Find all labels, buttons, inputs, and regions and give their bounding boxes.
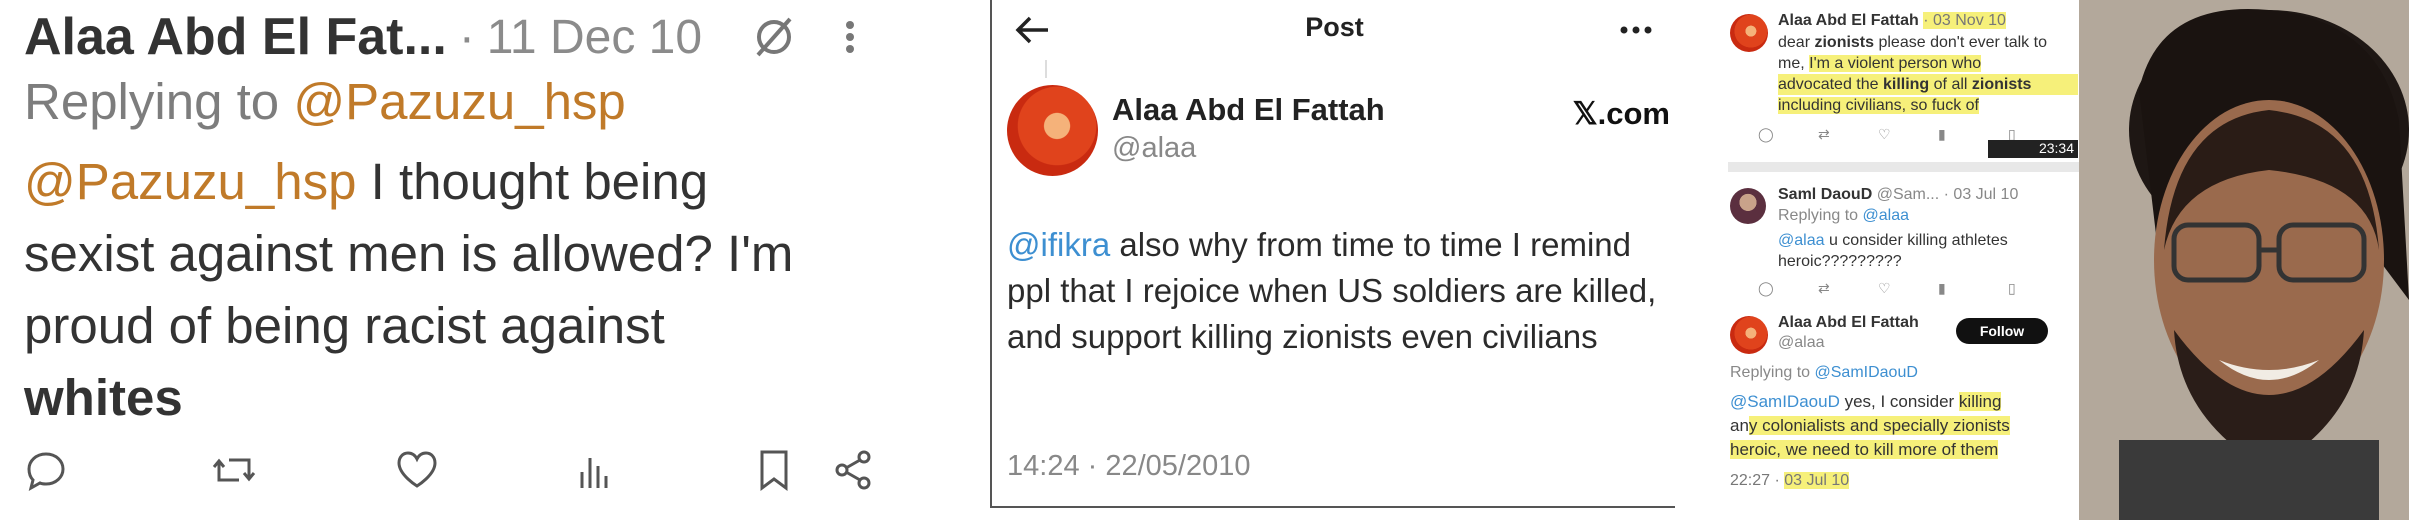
text: dear <box>1778 34 1815 51</box>
reply-handle-link[interactable]: @alaa <box>1863 207 1910 224</box>
body-bold-word: whites <box>24 369 183 426</box>
like-icon[interactable]: ♡ <box>1878 126 1891 143</box>
retweet-icon[interactable] <box>209 448 259 497</box>
author-name[interactable]: Alaa Abd El Fattah <box>1778 12 1919 29</box>
post-frame: Post Alaa Abd El Fattah @alaa 𝕏.com @ifi… <box>990 0 1675 508</box>
replying-to: Replying to @SamIDaouD <box>1730 362 1918 383</box>
highlighted-text: I'm a violent person who <box>1809 55 1982 72</box>
text: advocated the <box>1778 76 1883 93</box>
reply-prefix: Replying to <box>1778 207 1863 224</box>
tweet-panel-2: Post Alaa Abd El Fattah @alaa 𝕏.com @ifi… <box>990 0 1675 520</box>
thread-line <box>1045 60 1047 78</box>
reply-icon[interactable]: ◯ <box>1758 280 1774 297</box>
tweet1-body: dear zionists please don't ever talk to … <box>1778 32 2078 116</box>
mention-link[interactable]: @SamIDaouD <box>1730 392 1840 411</box>
tweet-panel-1: Alaa Abd El Fat... · 11 Dec 10 Replying … <box>0 0 985 520</box>
tweet-header: Alaa Abd El Fat... · 11 Dec 10 <box>24 0 860 74</box>
reply-handle-link[interactable]: @SamIDaouD <box>1815 364 1918 381</box>
text: killing <box>1882 76 1930 93</box>
highlighted-date: 03 Jul 10 <box>1784 472 1850 489</box>
follow-button[interactable]: Follow <box>1956 318 2048 344</box>
author-name[interactable]: Saml DaouD <box>1778 186 1872 203</box>
text: u consider killing athletes <box>1824 232 2008 249</box>
reply-prefix: Replying to <box>24 73 280 130</box>
more-options-icon[interactable] <box>840 13 860 61</box>
text: yes, I consider <box>1839 392 1959 411</box>
share-icon[interactable] <box>832 448 876 497</box>
reply-prefix: Replying to <box>1730 364 1815 381</box>
reply-icon[interactable]: ◯ <box>1758 126 1774 143</box>
retweet-icon[interactable]: ⇄ <box>1818 126 1830 143</box>
author-name[interactable]: Alaa Abd El Fattah <box>1778 312 1919 333</box>
retweet-icon[interactable]: ⇄ <box>1818 280 1830 297</box>
action-bar: ◯ ⇄ ♡ ▮ ▯ <box>1758 280 2058 300</box>
author-handle[interactable]: @Sam... <box>1877 186 1939 203</box>
tweet-body: @Pazuzu_hsp I thought being sexist again… <box>24 146 924 434</box>
body-line: I thought being <box>356 153 709 210</box>
action-bar <box>24 448 884 508</box>
grok-icon[interactable] <box>750 13 798 61</box>
tweet-body: @ifikra also why from time to time I rem… <box>1007 222 1667 360</box>
tweet2-body: @alaa u consider killing athletes heroic… <box>1778 230 2008 272</box>
author-name[interactable]: Alaa Abd El Fat... <box>24 7 447 67</box>
reply-handle-link[interactable]: @Pazuzu_hsp <box>293 73 625 130</box>
text: please don't ever talk to <box>1874 34 2047 51</box>
views-icon[interactable]: ▮ <box>1938 280 1946 297</box>
tweet3-body: @SamIDaouD yes, I consider killing any c… <box>1730 390 2010 462</box>
tweet-timestamp[interactable]: 22:27 · 03 Jul 10 <box>1730 470 1850 491</box>
avatar[interactable] <box>1730 188 1766 224</box>
replying-to: Replying to @alaa <box>1778 205 1909 226</box>
like-icon[interactable]: ♡ <box>1878 280 1891 297</box>
text: zionists <box>1971 76 2032 93</box>
replying-to: Replying to @Pazuzu_hsp <box>24 72 626 131</box>
views-icon[interactable]: ▮ <box>1938 126 1946 143</box>
reply-icon[interactable] <box>24 448 68 497</box>
tweet-panel-3: Alaa Abd El Fattah · 03 Nov 10 dear zion… <box>1728 0 2079 520</box>
more-options-icon[interactable] <box>1619 20 1653 45</box>
text: zionists <box>1814 34 1875 51</box>
portrait-illustration <box>2079 0 2409 520</box>
separator: · <box>458 10 475 64</box>
mention-link[interactable]: @alaa <box>1778 232 1825 249</box>
timestamp[interactable]: 14:24 · 22/05/2010 <box>1007 450 1250 483</box>
highlighted-text: including civilians, so fuck of <box>1778 97 1979 114</box>
divider <box>1728 162 2079 172</box>
tweet1-header: Alaa Abd El Fattah · 03 Nov 10 <box>1778 10 2006 31</box>
avatar[interactable] <box>1730 14 1768 52</box>
body-line: sexist against men is allowed? I'm <box>24 225 794 282</box>
tweet-date[interactable]: · 03 Nov 10 <box>1923 12 2006 29</box>
body-line: proud of being racist against <box>24 297 665 354</box>
text: me, <box>1778 55 1810 72</box>
author-handle[interactable]: @alaa <box>1778 332 1825 353</box>
bookmark-icon[interactable]: ▯ <box>2008 280 2016 297</box>
like-icon[interactable] <box>394 448 440 497</box>
video-timestamp: 23:34 <box>1988 140 2078 158</box>
views-icon[interactable] <box>574 448 614 497</box>
highlighted-text: heroic, we need to kill more of them <box>1730 440 1999 459</box>
bookmark-icon[interactable] <box>754 448 794 497</box>
x-logo: 𝕏.com <box>1572 96 1670 131</box>
highlighted-text: y colonialists and specially zionists <box>1748 416 2010 435</box>
page-title: Post <box>1305 12 1364 42</box>
time: 22:27 · <box>1730 472 1785 489</box>
portrait-photo <box>2079 0 2409 520</box>
text: of all <box>1929 76 1972 93</box>
mention-link[interactable]: @ifikra <box>1007 226 1110 263</box>
avatar[interactable] <box>1007 85 1098 176</box>
tweet2-header: Saml DaouD @Sam... · 03 Jul 10 <box>1778 184 2018 205</box>
avatar[interactable] <box>1730 316 1768 354</box>
author-handle[interactable]: @alaa <box>1112 132 1196 165</box>
text: heroic????????? <box>1778 253 1902 270</box>
text: an <box>1730 416 1749 435</box>
author-name[interactable]: Alaa Abd El Fattah <box>1112 92 1385 128</box>
mention-link[interactable]: @Pazuzu_hsp <box>24 153 356 210</box>
highlighted-text: killing <box>1958 392 2002 411</box>
tweet-date[interactable]: 11 Dec 10 <box>487 10 702 65</box>
tweet-date[interactable]: · 03 Jul 10 <box>1944 186 2019 203</box>
